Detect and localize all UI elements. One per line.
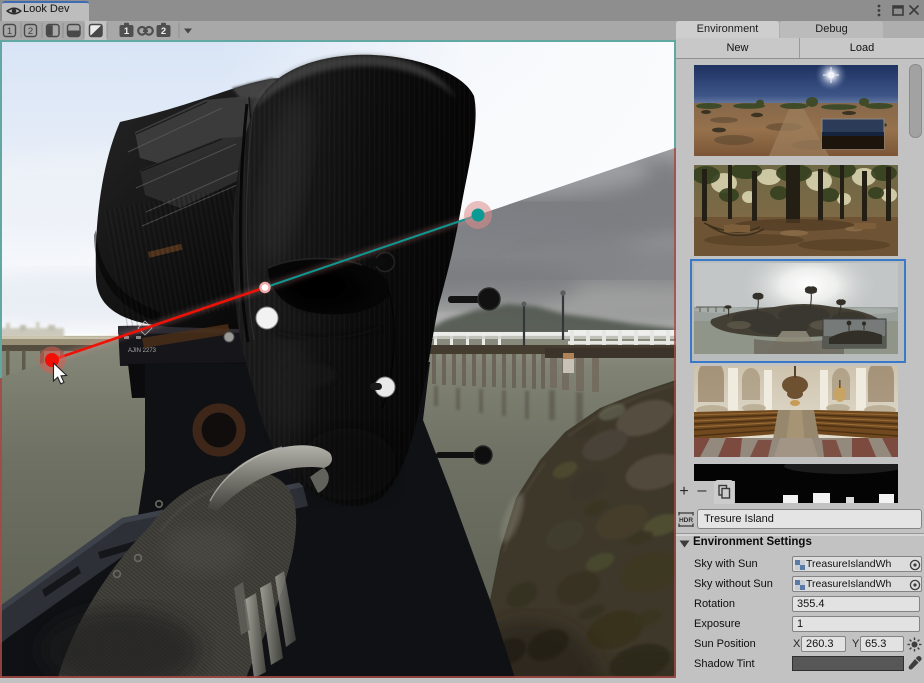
svg-text:1: 1 xyxy=(7,26,12,37)
svg-text:AJIN 2273: AJIN 2273 xyxy=(128,348,157,354)
svg-text:2: 2 xyxy=(161,26,166,37)
svg-text:2: 2 xyxy=(28,26,33,37)
svg-text:HDR: HDR xyxy=(679,517,693,524)
svg-text:1: 1 xyxy=(124,26,130,37)
